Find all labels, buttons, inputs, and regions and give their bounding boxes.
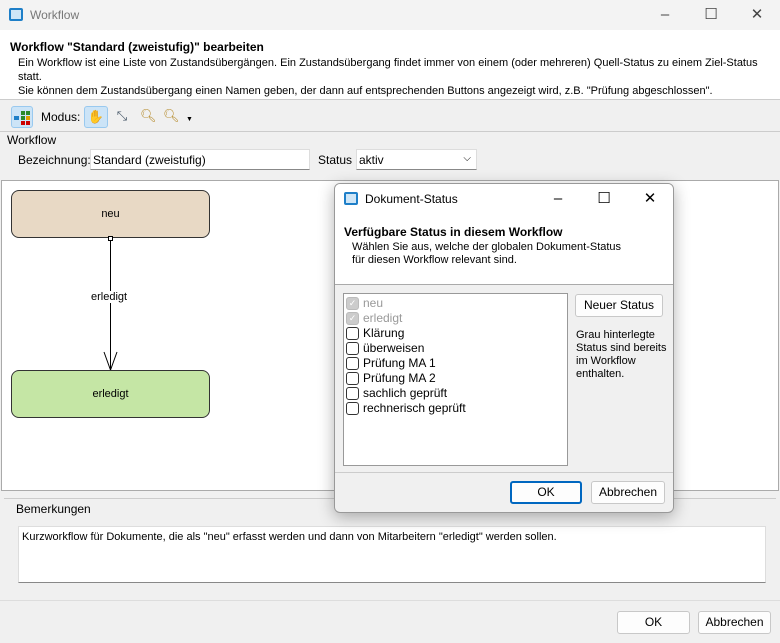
dialog-maximize-button[interactable]: ☐ [581, 184, 627, 214]
title-bar: Workflow – ☐ ✕ [0, 0, 780, 30]
item-label: überweisen [363, 341, 425, 355]
app-icon [344, 192, 358, 205]
dokument-status-dialog: Dokument-Status – ☐ ✕ Verfügbare Status … [334, 183, 674, 513]
dialog-title-bar: Dokument-Status – ☐ ✕ [335, 184, 673, 214]
chevron-down-icon: ⌵ [463, 153, 471, 164]
item-label: sachlich geprüft [363, 386, 448, 400]
dropdown-arrow-icon[interactable]: ▼ [186, 116, 193, 123]
checkbox-checked-disabled: ✓ [346, 312, 359, 326]
mode-label: Modus: [41, 110, 81, 124]
description-line: Wählen Sie aus, welche der globalen Doku… [352, 241, 622, 253]
close-button[interactable]: ✕ [734, 0, 780, 30]
toolbar: Modus: ✋ ⤡ 🔍︎ 🔍︎ ▼ [0, 104, 780, 130]
checkbox[interactable] [346, 357, 359, 371]
list-item: ✓ erledigt [346, 311, 565, 326]
app-icon [9, 8, 23, 21]
state-node-neu[interactable]: neu [11, 190, 210, 238]
list-item[interactable]: Prüfung MA 1 [346, 356, 565, 371]
state-node-erledigt[interactable]: erledigt [11, 370, 210, 418]
footer: OK Abbrechen [0, 600, 780, 643]
name-label: Bezeichnung: [18, 153, 91, 167]
list-item: ✓ neu [346, 296, 565, 311]
status-value: aktiv [359, 153, 384, 167]
window-title: Workflow [30, 8, 80, 22]
node-label: neu [101, 208, 120, 220]
dialog-cancel-button[interactable]: Abbrechen [591, 481, 665, 504]
description-line: Ein Workflow ist eine Liste von Zustands… [18, 57, 758, 83]
cancel-button[interactable]: Abbrechen [698, 611, 771, 634]
item-label: neu [363, 296, 384, 310]
description-line: für diesen Workflow relevant sind. [352, 254, 517, 266]
item-label: Klärung [363, 326, 405, 340]
arrow-head-icon [103, 351, 118, 371]
connect-tool-button[interactable]: ⤡ [113, 108, 131, 126]
dialog-description: Wählen Sie aus, welche der globalen Doku… [352, 241, 621, 267]
new-status-button[interactable]: Neuer Status [575, 294, 663, 317]
hint-text: Grau hinterlegte Status sind bereits im … [576, 329, 667, 380]
list-item[interactable]: überweisen [346, 341, 565, 356]
dialog-ok-button[interactable]: OK [510, 481, 582, 504]
dialog-minimize-button[interactable]: – [535, 184, 581, 214]
status-list[interactable]: ✓ neu ✓ erledigt Klärung überweisen Prüfun… [343, 293, 568, 466]
status-select[interactable]: aktiv ⌵ [356, 149, 477, 170]
list-item[interactable]: sachlich geprüft [346, 386, 565, 401]
workflow-group: Workflow Bezeichnung: Standard (zweistuf… [0, 131, 780, 179]
minimize-button[interactable]: – [642, 0, 688, 30]
item-label: Prüfung MA 2 [363, 371, 436, 385]
checkbox-checked-disabled: ✓ [346, 297, 359, 311]
dialog-close-button[interactable]: ✕ [627, 184, 673, 214]
hand-tool-button[interactable]: ✋ [84, 106, 108, 128]
dialog-heading: Verfügbare Status in diesem Workflow [344, 225, 563, 239]
workflow-group-label: Workflow [7, 133, 57, 147]
description: Ein Workflow ist eine Liste von Zustands… [18, 56, 780, 98]
checkbox[interactable] [346, 387, 359, 401]
checkbox[interactable] [346, 372, 359, 386]
dialog-title: Dokument-Status [365, 192, 458, 206]
status-label: Status [318, 153, 353, 167]
dialog-footer-divider [335, 472, 673, 473]
remarks-textarea[interactable]: Kurzworkflow für Dokumente, die als "neu… [18, 526, 766, 583]
checkbox[interactable] [346, 402, 359, 416]
item-label: Prüfung MA 1 [363, 356, 436, 370]
status-grid-button[interactable] [11, 106, 33, 128]
transition-label[interactable]: erledigt [91, 291, 128, 303]
list-item[interactable]: Prüfung MA 2 [346, 371, 565, 386]
ok-button[interactable]: OK [617, 611, 690, 634]
maximize-button[interactable]: ☐ [688, 0, 734, 30]
page-title: Workflow "Standard (zweistufig)" bearbei… [10, 40, 264, 54]
list-item[interactable]: rechnerisch geprüft [346, 401, 565, 416]
dialog-header: Verfügbare Status in diesem Workflow Wäh… [335, 214, 673, 285]
checkbox[interactable] [346, 327, 359, 341]
description-line: Sie können dem Zustandsübergang einen Na… [18, 85, 713, 97]
item-label: erledigt [363, 311, 403, 325]
item-label: rechnerisch geprüft [363, 401, 466, 415]
zoom-out-button[interactable]: 🔍︎ [163, 108, 180, 124]
zoom-in-button[interactable]: 🔍︎ [140, 108, 157, 124]
node-label: erledigt [92, 388, 129, 400]
name-input[interactable]: Standard (zweistufig) [90, 149, 310, 170]
list-item[interactable]: Klärung [346, 326, 565, 341]
header: Workflow "Standard (zweistufig)" bearbei… [0, 30, 780, 100]
checkbox[interactable] [346, 342, 359, 356]
remarks-label: Bemerkungen [14, 502, 93, 516]
